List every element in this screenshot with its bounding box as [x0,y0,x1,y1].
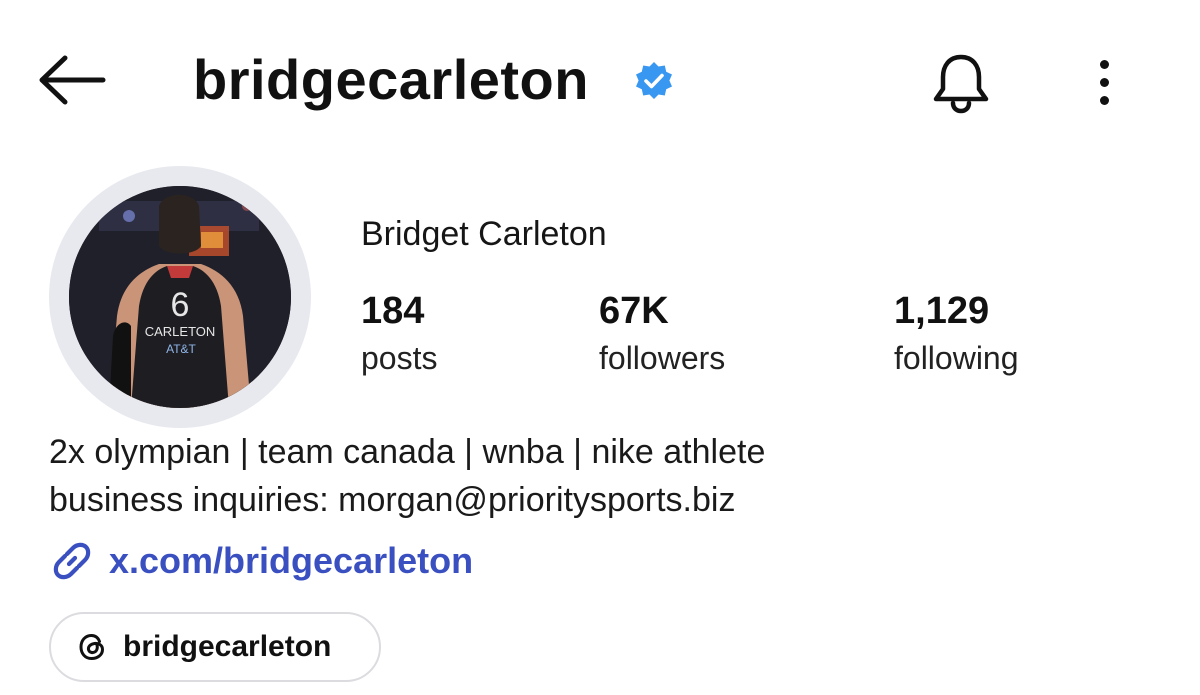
stat-followers[interactable]: 67K followers [599,288,725,382]
bio-line-2: business inquiries: morgan@prioritysport… [49,481,736,519]
bell-icon [933,54,989,114]
avatar[interactable]: 6 CARLETON AT&T [69,186,291,408]
jersey-number: 6 [171,286,190,324]
stat-following-label: following [894,340,1019,376]
arrow-left-icon [39,55,106,105]
stat-posts-count: 184 [361,290,425,332]
threads-username: bridgecarleton [123,630,332,663]
bio-link[interactable]: x.com/bridgecarleton [49,538,473,584]
back-button[interactable] [36,48,108,112]
verified-badge-icon [633,60,675,102]
stat-posts[interactable]: 184 posts [361,288,437,382]
jersey-name: CARLETON [145,324,216,339]
stat-following-count: 1,129 [894,290,990,332]
jersey-sponsor: AT&T [166,342,196,356]
stat-posts-label: posts [361,340,438,376]
bio-link-text[interactable]: x.com/bridgecarleton [109,540,473,582]
stat-followers-label: followers [599,340,726,376]
more-options-button[interactable] [1080,52,1128,112]
stat-followers-count: 67K [599,290,669,332]
threads-icon [79,634,104,660]
notifications-button[interactable] [926,48,996,118]
link-icon [53,542,91,580]
more-vertical-icon [1099,59,1109,69]
bio-line-1: 2x olympian | team canada | wnba | nike … [49,433,766,471]
profile-full-name: Bridget Carleton [361,215,607,253]
threads-profile-button[interactable]: bridgecarleton [49,612,381,682]
profile-username: bridgecarleton [193,48,589,111]
stat-following[interactable]: 1,129 following [894,288,1019,382]
avatar-photo: 6 CARLETON AT&T [69,186,291,408]
